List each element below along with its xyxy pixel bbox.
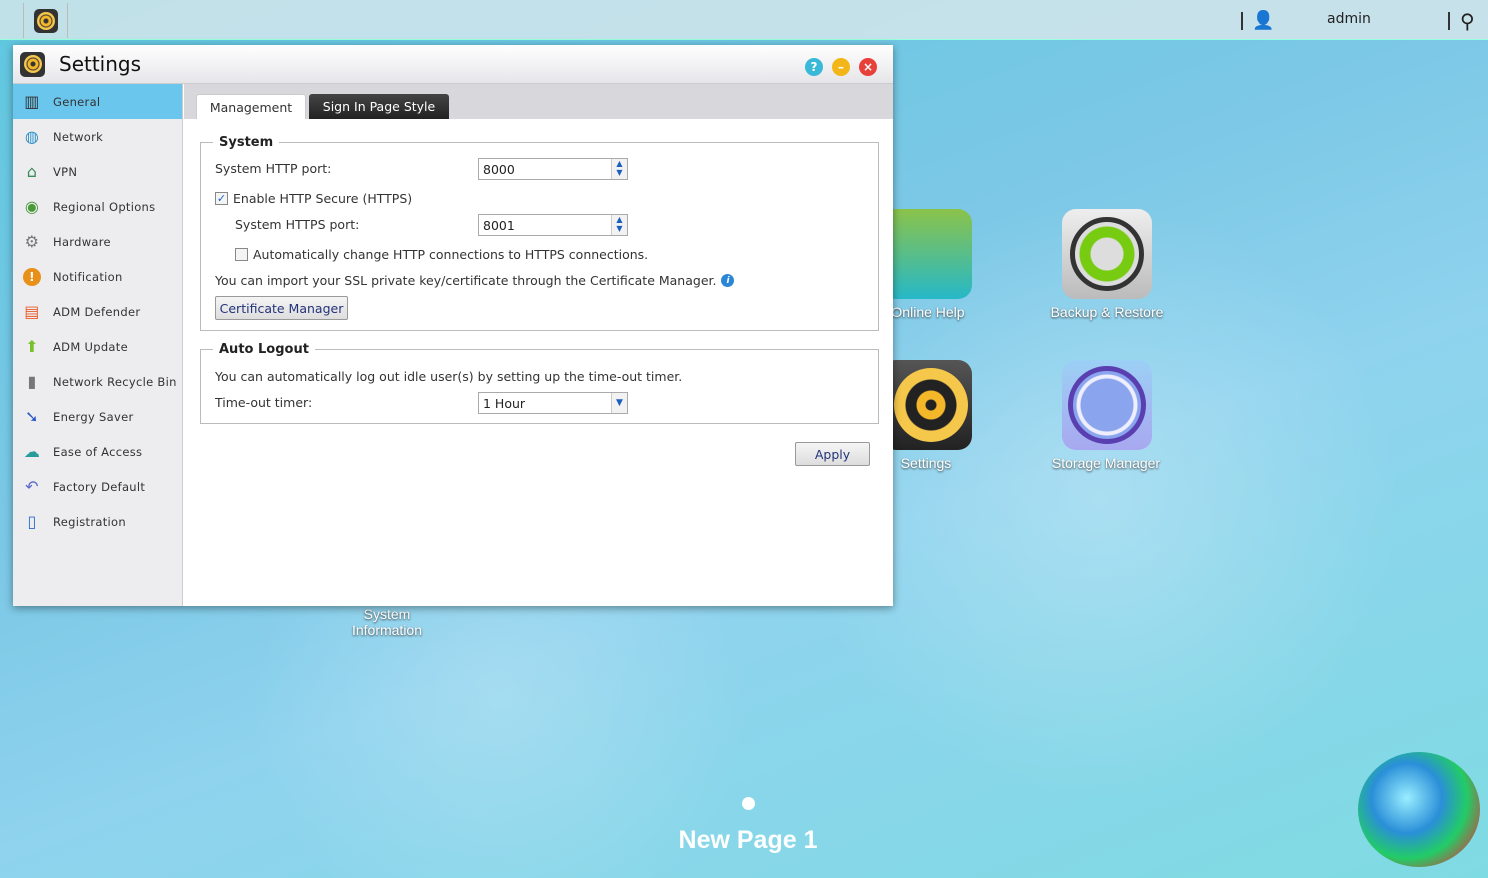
tab-strip: Management Sign In Page Style	[184, 84, 893, 119]
sidebar-item-label: General	[53, 94, 101, 109]
checkbox-label: Automatically change HTTP connections to…	[253, 247, 649, 262]
window-titlebar[interactable]: Settings ? – ×	[13, 45, 893, 84]
sidebar-item-label: Notification	[53, 269, 123, 284]
divider	[1448, 12, 1450, 30]
user-icon[interactable]: 👤	[1252, 10, 1274, 31]
trash-icon: ▮	[27, 372, 37, 391]
http-port-label: System HTTP port:	[215, 161, 332, 176]
auto-redirect-checkbox[interactable]	[235, 248, 248, 261]
taskbar-settings-app[interactable]	[23, 3, 68, 38]
sidebar-item-label: VPN	[53, 164, 78, 179]
chevron-down-icon: ▼	[611, 393, 627, 413]
sidebar-item-notification[interactable]: ! Notification	[13, 259, 182, 294]
https-enable-checkbox[interactable]: ✓	[215, 192, 228, 205]
sidebar-item-label: Factory Default	[53, 479, 146, 494]
taskbar: 👤 admin ⚲	[0, 0, 1488, 40]
value: 8000	[483, 162, 515, 177]
divider	[1241, 12, 1243, 30]
nas-icon: ▥	[24, 92, 40, 111]
sidebar-item-label: ADM Defender	[53, 304, 141, 319]
sidebar-item-label: Network Recycle Bin	[53, 374, 177, 389]
sidebar-item-general[interactable]: ▥ General	[13, 84, 182, 119]
page-indicator-dot[interactable]	[742, 797, 755, 810]
spinner-arrows-icon[interactable]: ▲ ▼	[611, 159, 627, 179]
auto-logout-section: Auto Logout You can automatically log ou…	[200, 342, 879, 424]
tab-management[interactable]: Management	[196, 94, 306, 119]
sidebar-item-vpn[interactable]: ⌂ VPN	[13, 154, 182, 189]
label-line: System	[363, 606, 411, 622]
section-title: System	[219, 135, 274, 150]
globe-icon: ◍	[24, 127, 40, 146]
apply-button[interactable]: Apply	[795, 442, 870, 466]
online-help-icon[interactable]	[882, 209, 972, 299]
timeout-label: Time-out timer:	[215, 395, 313, 410]
https-enable-row[interactable]: ✓ Enable HTTP Secure (HTTPS)	[215, 191, 412, 206]
sidebar-item-regional-options[interactable]: ◉ Regional Options	[13, 189, 182, 224]
sidebar-item-label: Network	[53, 129, 104, 144]
system-section: System System HTTP port: 8000 ▲ ▼ ✓ Enable …	[200, 135, 879, 331]
kg-watermark-logo	[1358, 752, 1480, 867]
https-port-label: System HTTPS port:	[235, 217, 360, 232]
sidebar-item-label: Hardware	[53, 234, 111, 249]
timeout-select[interactable]: 1 Hour ▼	[478, 392, 628, 414]
cert-note: You can import your SSL private key/cert…	[215, 273, 735, 288]
sidebar-item-label: Ease of Access	[53, 444, 143, 459]
settings-content: Management Sign In Page Style System Sys…	[184, 84, 893, 606]
sidebar-item-label: ADM Update	[53, 339, 128, 354]
settings-gear-icon	[20, 51, 45, 77]
close-button[interactable]: ×	[859, 58, 877, 76]
update-icon: ⬆	[25, 337, 39, 356]
spinner-arrows-icon[interactable]: ▲ ▼	[611, 215, 627, 235]
sidebar-item-adm-update[interactable]: ⬆ ADM Update	[13, 329, 182, 364]
sidebar-item-energy-saver[interactable]: ➘ Energy Saver	[13, 399, 182, 434]
help-button[interactable]: ?	[805, 58, 823, 76]
storage-manager-icon[interactable]	[1062, 360, 1152, 450]
sidebar-item-label: Registration	[53, 514, 126, 529]
notification-icon: !	[23, 267, 41, 286]
sidebar-item-factory-default[interactable]: ↶ Factory Default	[13, 469, 182, 504]
sidebar-item-network-recycle-bin[interactable]: ▮ Network Recycle Bin	[13, 364, 182, 399]
settings-gear-icon	[33, 8, 58, 33]
auto-logout-note: You can automatically log out idle user(…	[215, 369, 683, 384]
undo-icon: ↶	[25, 477, 39, 496]
window-title: Settings	[59, 52, 142, 76]
cloud-icon: ☁	[23, 442, 41, 461]
section-title: Auto Logout	[219, 342, 309, 357]
sidebar-item-ease-of-access[interactable]: ☁ Ease of Access	[13, 434, 182, 469]
storage-manager-label[interactable]: Storage Manager	[1026, 455, 1186, 471]
http-port-input[interactable]: 8000 ▲ ▼	[478, 158, 628, 180]
sidebar-item-adm-defender[interactable]: ▤ ADM Defender	[13, 294, 182, 329]
info-icon[interactable]: i	[721, 274, 735, 287]
system-information-label[interactable]: System Information	[307, 606, 467, 638]
sidebar-item-label: Energy Saver	[53, 409, 134, 424]
backup-restore-icon[interactable]	[1062, 209, 1152, 299]
sidebar-item-label: Regional Options	[53, 199, 156, 214]
settings-window: Settings ? – × ▥ General ◍ Network ⌂ VPN ◉ Regi…	[13, 45, 893, 606]
certificate-manager-button[interactable]: Certificate Manager	[215, 296, 348, 320]
energy-icon: ➘	[25, 407, 39, 426]
tab-sign-in-page-style[interactable]: Sign In Page Style	[309, 94, 449, 119]
registration-icon: ▯	[27, 512, 37, 531]
vpn-icon: ⌂	[26, 162, 38, 181]
checkbox-label: Enable HTTP Secure (HTTPS)	[233, 191, 413, 206]
auto-redirect-row[interactable]: Automatically change HTTP connections to…	[235, 247, 648, 262]
sidebar-item-network[interactable]: ◍ Network	[13, 119, 182, 154]
page-name: New Page 1	[678, 826, 818, 854]
sidebar-item-registration[interactable]: ▯ Registration	[13, 504, 182, 539]
settings-sidebar: ▥ General ◍ Network ⌂ VPN ◉ Regional Options ⚙ Ha…	[13, 84, 183, 606]
sidebar-item-hardware[interactable]: ⚙ Hardware	[13, 224, 182, 259]
https-port-input[interactable]: 8001 ▲ ▼	[478, 214, 628, 236]
backup-restore-label[interactable]: Backup & Restore	[1027, 304, 1187, 320]
value: 1 Hour	[483, 396, 526, 411]
settings-app-icon[interactable]	[882, 360, 972, 450]
defender-icon: ▤	[24, 302, 40, 321]
hardware-icon: ⚙	[24, 232, 40, 251]
minimize-button[interactable]: –	[832, 58, 850, 76]
username[interactable]: admin	[1327, 11, 1371, 27]
note-text: You can import your SSL private key/cert…	[215, 273, 717, 288]
search-icon[interactable]: ⚲	[1460, 9, 1475, 33]
value: 8001	[483, 218, 515, 233]
regional-icon: ◉	[24, 197, 40, 216]
label-line: Information	[351, 622, 423, 638]
